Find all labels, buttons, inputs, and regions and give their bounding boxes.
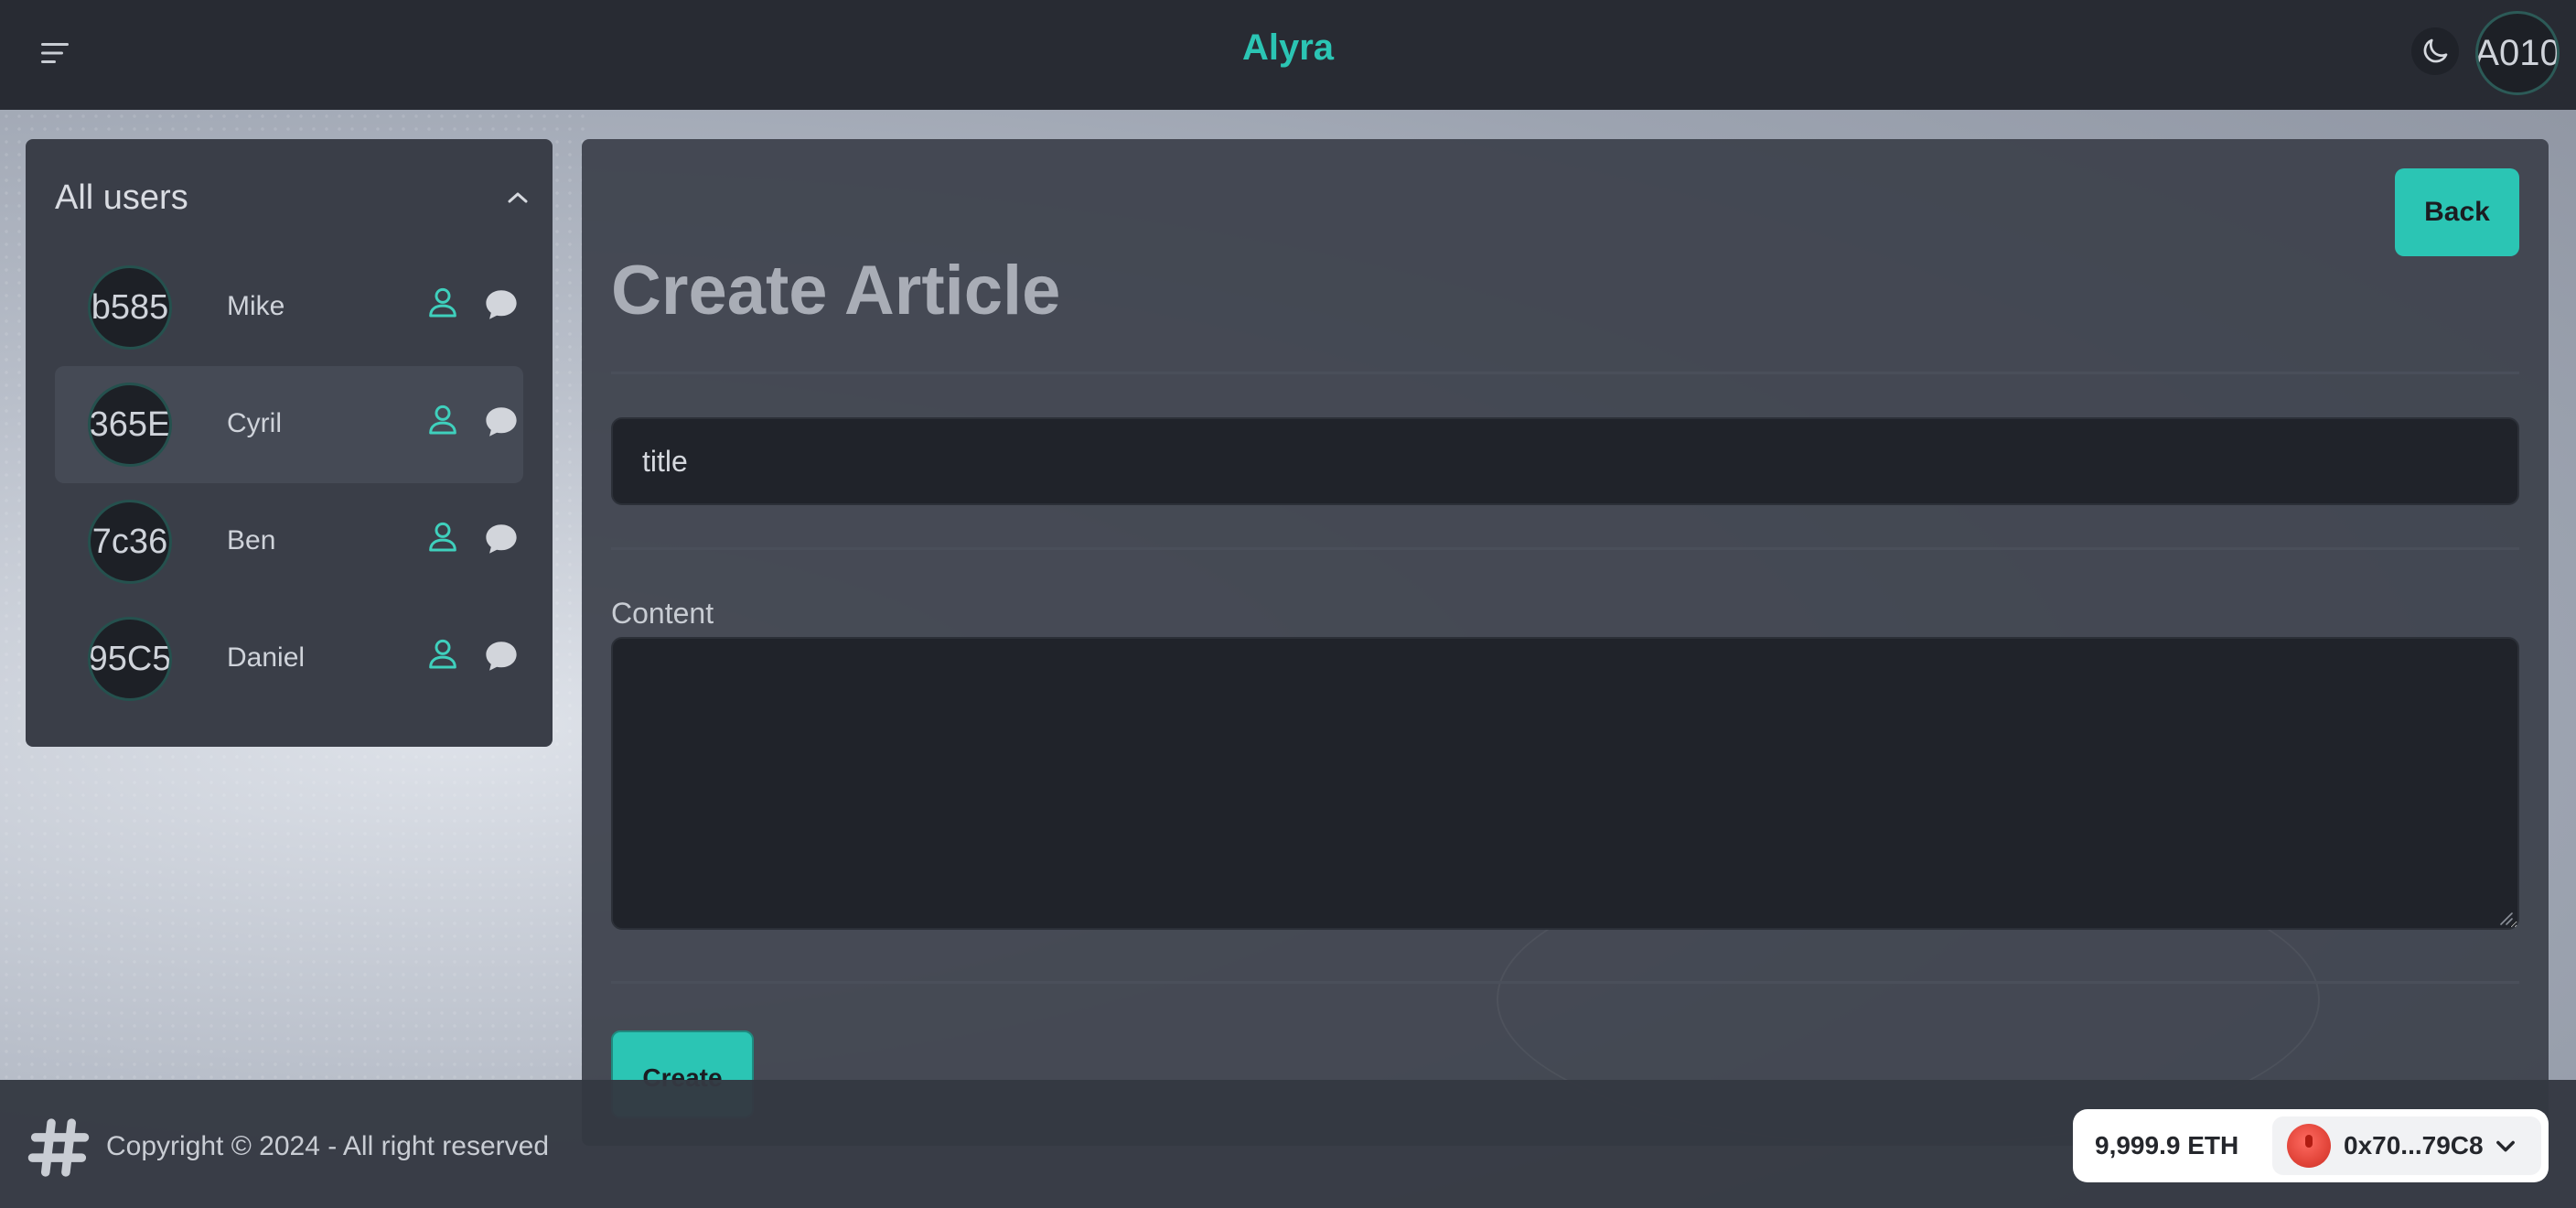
resize-handle-icon[interactable] [2497, 910, 2514, 926]
user-icon[interactable] [424, 401, 461, 437]
chat-bubble-icon[interactable] [481, 286, 521, 324]
chat-bubble-icon[interactable] [481, 403, 521, 441]
brand-title-wrap: Alyra [0, 27, 2576, 69]
hashtag-icon [27, 1118, 90, 1177]
content-textarea[interactable] [611, 637, 2519, 930]
avatar-text: 365E [89, 404, 171, 444]
user-icon[interactable] [424, 284, 461, 320]
account-avatar-text: A010 [2475, 32, 2560, 73]
menu-button[interactable] [37, 35, 73, 71]
user-item-cyril[interactable]: 365E Cyril [55, 366, 523, 483]
wallet-address: 0x70...79C8 [2344, 1131, 2484, 1159]
divider [611, 547, 2519, 550]
back-button[interactable]: Back [2395, 168, 2519, 256]
chevron-down-icon [2496, 1140, 2515, 1152]
title-input[interactable] [611, 417, 2519, 505]
avatar-text: b585 [91, 287, 169, 327]
theme-toggle-button[interactable] [2411, 27, 2459, 75]
chat-bubble-icon[interactable] [481, 520, 521, 558]
avatar-text: 95C5 [88, 639, 172, 678]
user-name: Mike [227, 291, 285, 321]
user-item-mike[interactable]: b585 Mike [55, 249, 523, 366]
user-icon[interactable] [424, 518, 461, 555]
footer: Copyright © 2024 - All right reserved 9,… [0, 1080, 2576, 1208]
sidebar-title: All users [55, 178, 188, 217]
user-item-ben[interactable]: 7c36 Ben [55, 483, 523, 600]
users-collapse-toggle[interactable]: All users [55, 170, 531, 225]
brand-title[interactable]: Alyra [1242, 27, 1334, 68]
content-label: Content [611, 597, 714, 630]
avatar-text: 7c36 [91, 522, 168, 561]
divider [611, 981, 2519, 984]
user-icon[interactable] [424, 635, 461, 672]
menu-icon [41, 43, 69, 63]
avatar: 95C5 [88, 617, 172, 701]
top-navbar: Alyra A010 [0, 0, 2576, 110]
wallet-avatar [2287, 1124, 2331, 1168]
avatar: 7c36 [88, 500, 172, 584]
avatar: b585 [88, 265, 172, 350]
avatar: 365E [88, 383, 172, 467]
copyright-text: Copyright © 2024 - All right reserved [106, 1131, 549, 1161]
user-name: Cyril [227, 408, 282, 438]
chevron-up-icon [508, 192, 528, 203]
account-avatar[interactable]: A010 [2475, 11, 2560, 95]
moon-icon [2423, 38, 2448, 63]
wallet-widget: 9,999.9 ETH 0x70...79C8 [2073, 1109, 2549, 1182]
create-article-card: Back Create Article Content Create [582, 139, 2549, 1146]
wallet-account-button[interactable]: 0x70...79C8 [2272, 1116, 2541, 1175]
user-name: Ben [227, 525, 276, 555]
wallet-balance: 9,999.9 ETH [2095, 1131, 2239, 1159]
chat-bubble-icon[interactable] [481, 637, 521, 675]
divider [611, 372, 2519, 374]
user-name: Daniel [227, 642, 306, 673]
users-sidebar: All users b585 Mike 365E Cyril 7c36 Ben [26, 139, 553, 747]
page-title: Create Article [611, 252, 1061, 329]
user-item-daniel[interactable]: 95C5 Daniel [55, 600, 523, 717]
